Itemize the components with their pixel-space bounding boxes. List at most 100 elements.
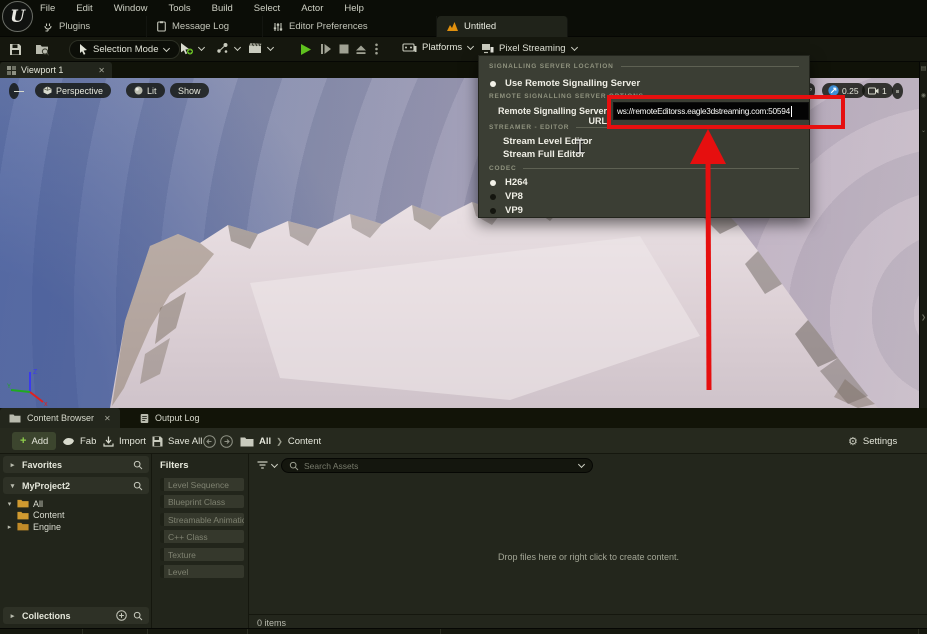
menu-item-codec-vp8[interactable]: VP8 (490, 191, 523, 202)
tree-item-content[interactable]: Content (6, 510, 65, 522)
frame-skip-button[interactable] (318, 41, 334, 57)
forward-button[interactable] (220, 432, 233, 450)
tab-content-browser[interactable]: Content Browser ✕ (0, 408, 120, 428)
filter-texture[interactable]: Texture (160, 548, 244, 561)
save-current-level-button[interactable] (7, 41, 24, 58)
settings-button[interactable]: ⚙ Settings (848, 432, 897, 450)
stop-icon (339, 44, 349, 54)
filter-streamable-animatic[interactable]: Streamable Animatic (160, 513, 244, 526)
search-icon[interactable] (133, 611, 143, 621)
expanded-arrow-icon: ▾ (9, 482, 16, 490)
unreal-logo-icon: U (2, 1, 33, 32)
menu-item-codec-h264[interactable]: H264 (490, 177, 528, 188)
menu-actor[interactable]: Actor (301, 3, 323, 14)
content-browser-toolbar: + Add Fab Import Save All (0, 428, 927, 454)
tab-message-log[interactable]: Message Log (147, 16, 263, 37)
breadcrumb-content[interactable]: Content (288, 436, 321, 447)
menu-window[interactable]: Window (114, 3, 148, 14)
selection-mode-dropdown[interactable]: Selection Mode (69, 40, 180, 59)
search-icon[interactable] (133, 481, 143, 491)
filter-blueprint-class[interactable]: Blueprint Class (160, 495, 244, 508)
tab-viewport-1[interactable]: Viewport 1 ✕ (0, 62, 112, 78)
browse-content-button[interactable] (34, 41, 51, 58)
menu-help[interactable]: Help (344, 3, 364, 14)
fab-button[interactable]: Fab (62, 432, 96, 450)
menu-select[interactable]: Select (254, 3, 280, 14)
filter-dropdown-button[interactable] (257, 461, 278, 470)
play-options-button[interactable] (372, 41, 380, 57)
eject-icon (355, 44, 367, 55)
plug-icon (43, 22, 53, 32)
maximize-viewport-button[interactable] (892, 83, 903, 99)
filter-level-sequence[interactable]: Level Sequence (160, 478, 244, 491)
tree-item-engine[interactable]: ▸ Engine (6, 521, 65, 533)
remote-url-label: Remote Signalling Server URL (479, 106, 607, 126)
import-icon (103, 436, 114, 447)
eject-button[interactable] (353, 41, 369, 57)
show-dropdown[interactable]: Show (170, 83, 209, 98)
back-button[interactable] (203, 432, 216, 450)
perspective-dropdown[interactable]: Perspective (35, 83, 111, 98)
radio-unselected-icon (490, 194, 496, 200)
menu-item-stream-level-editor[interactable]: Stream Level Editor (503, 136, 592, 147)
gear-icon: ⚙ (848, 435, 858, 448)
folder-search-icon (35, 43, 50, 56)
import-button[interactable]: Import (103, 432, 146, 450)
blueprints-dropdown[interactable] (216, 42, 241, 54)
tab-editor-preferences[interactable]: Editor Preferences (263, 16, 437, 37)
axis-gizmo: Z Y x (6, 364, 58, 406)
menu-edit[interactable]: Edit (76, 3, 92, 14)
expanded-arrow-icon: ▾ (6, 500, 13, 508)
filter-funnel-icon (257, 461, 268, 470)
cinematics-dropdown[interactable] (248, 42, 274, 54)
tab-untitled[interactable]: Untitled (437, 16, 568, 37)
search-assets-input[interactable] (304, 461, 573, 471)
menu-build[interactable]: Build (212, 3, 233, 14)
empty-area-hint: Drop files here or right click to create… (249, 552, 927, 562)
chevron-down-icon (198, 45, 205, 52)
viewport-options-button[interactable] (9, 83, 19, 99)
close-icon[interactable]: ✕ (104, 414, 111, 423)
add-button[interactable]: + Add (12, 432, 56, 450)
save-all-button[interactable]: Save All (152, 432, 202, 450)
breadcrumb-separator: ❯ (276, 437, 283, 446)
lit-dropdown[interactable]: Lit (126, 83, 165, 98)
arrow-left-circle-icon (203, 435, 216, 448)
stop-button[interactable] (336, 41, 352, 57)
svg-text:Y: Y (7, 384, 11, 390)
menu-tools[interactable]: Tools (168, 3, 190, 14)
plus-icon: + (20, 435, 26, 447)
chevron-down-icon (571, 45, 578, 52)
collapsed-arrow-icon: ▸ (6, 523, 13, 531)
add-collection-icon[interactable] (116, 610, 127, 621)
menu-item-use-remote-signalling-server[interactable]: Use Remote Signalling Server (490, 78, 640, 89)
chevron-down-icon (578, 462, 585, 469)
svg-text:x: x (44, 401, 48, 406)
search-assets-bar[interactable] (281, 458, 593, 473)
project-row[interactable]: ▾ MyProject2 (3, 477, 149, 494)
menu-file[interactable]: File (40, 3, 55, 14)
menu-item-codec-vp9[interactable]: VP9 (490, 205, 523, 216)
content-browser-icon (9, 413, 21, 423)
pixel-streaming-dropdown[interactable]: Pixel Streaming (481, 42, 578, 54)
collapsed-arrow-icon: ▸ (9, 461, 16, 469)
search-icon[interactable] (133, 460, 143, 470)
filter-level[interactable]: Level (160, 565, 244, 578)
right-docked-panel-edge[interactable]: ▤ ◉ ⌄ ❯ (919, 62, 927, 408)
tree-item-all[interactable]: ▾ All (6, 498, 65, 510)
camera-count-button[interactable]: 1 (862, 83, 893, 98)
favorites-row[interactable]: ▸ Favorites (3, 456, 149, 473)
close-icon[interactable]: ✕ (98, 66, 105, 75)
panel-eye-icon: ◉ (920, 92, 927, 99)
tab-plugins[interactable]: Plugins (33, 16, 147, 37)
collections-row[interactable]: ▸ Collections (3, 607, 149, 624)
play-button[interactable] (297, 41, 313, 57)
filter-cpp-class[interactable]: C++ Class (160, 530, 244, 543)
add-actor-dropdown[interactable] (180, 42, 205, 55)
breadcrumb-all[interactable]: All (259, 436, 271, 447)
platforms-dropdown[interactable]: Platforms (402, 42, 474, 53)
tab-output-log[interactable]: Output Log (131, 408, 209, 428)
menu-item-stream-full-editor[interactable]: Stream Full Editor (503, 149, 585, 160)
pixel-streaming-icon (481, 42, 494, 54)
content-browser-sidebar: ▸ Favorites ▾ MyProject2 ▾ All Content (0, 454, 152, 628)
